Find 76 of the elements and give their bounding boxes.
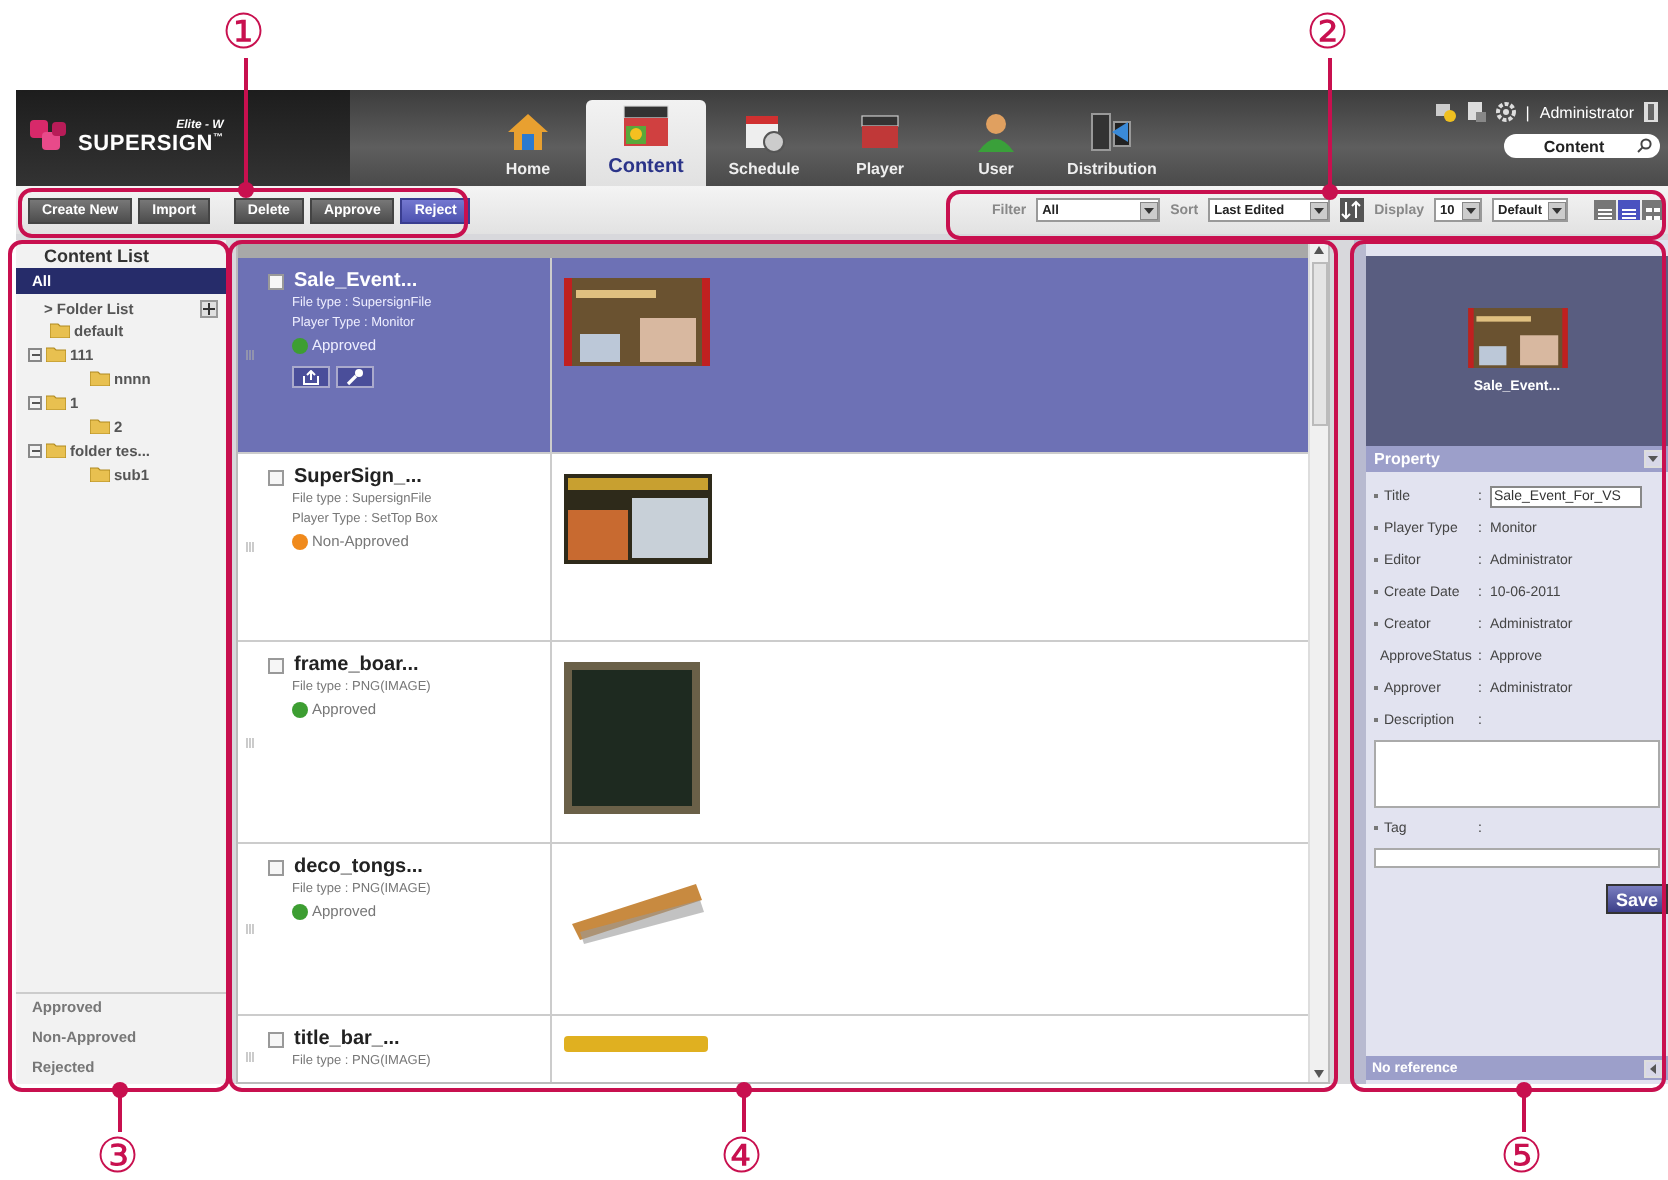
checkbox[interactable] [268,469,284,485]
collapse-button[interactable] [1644,1059,1662,1077]
leader-line [112,1082,128,1132]
panel-title: Content List [42,246,151,266]
folder-icon [46,394,66,410]
folder-icon [90,466,110,482]
folder-icon [46,442,66,458]
drag-handle-icon [246,737,254,747]
collapse-toggle[interactable] [28,443,42,457]
edit-button[interactable] [336,366,374,388]
settings-icon[interactable] [1495,102,1516,122]
scrollbar[interactable] [1308,242,1328,1082]
folder-icon [90,418,110,434]
view-mode-button[interactable] [1594,200,1616,220]
folder-icon [90,370,110,386]
add-folder-button[interactable] [200,300,218,318]
drag-handle-icon [246,924,254,934]
document-icon[interactable] [1465,102,1486,122]
preview-thumbnail [1467,308,1567,368]
divider-text: | [1525,103,1530,121]
content-name: deco_tongs... [292,856,423,878]
checkbox[interactable] [268,273,284,289]
house-icon [506,110,550,154]
drag-handle-icon [246,542,254,552]
film-clapper-icon [858,110,902,154]
share-box-icon [302,369,320,385]
collapse-toggle[interactable] [28,347,42,361]
server-arrow-icon [1088,110,1136,154]
calendar-clock-icon [742,110,786,154]
monitor-alert-icon[interactable] [1435,102,1456,122]
save-button[interactable]: Save [1605,884,1668,914]
wrench-icon [346,368,364,386]
nav-tab[interactable]: Schedule [706,100,822,186]
content-name: Sale_Event... [292,270,418,292]
leader-line [1516,1082,1532,1132]
nav-tab[interactable]: User [938,100,1054,186]
export-button[interactable] [292,366,330,388]
tag-input[interactable] [1374,848,1660,868]
content-name: title_bar_... [292,1028,400,1050]
view-mode-button[interactable] [1618,200,1640,220]
nav-tab[interactable]: Distribution [1054,100,1170,186]
dropdown-arrow-icon [1140,201,1159,219]
dropdown-arrow-icon [1462,201,1480,219]
dropdown-arrow-icon [1548,201,1566,219]
leader-line [736,1082,752,1132]
collapse-toggle[interactable] [28,395,42,409]
clapperboard-icon [620,102,672,150]
collapse-button[interactable] [1644,450,1662,468]
search-icon [1636,138,1652,154]
search-field[interactable]: Content [1504,134,1660,158]
person-icon [974,110,1018,154]
scroll-thumb[interactable] [1311,262,1327,426]
checkbox[interactable] [268,1031,284,1047]
caret-left-icon [1650,1063,1656,1073]
brand-name: SUPERSIGN [78,132,213,156]
scroll-up-icon[interactable] [1314,246,1324,254]
sort-order-icon[interactable] [1340,198,1365,222]
nav-tab[interactable]: Content [586,100,706,186]
content-name: frame_boar... [292,654,419,676]
caret-down-icon [1648,456,1658,462]
scroll-down-icon[interactable] [1314,1070,1324,1078]
dropdown-arrow-icon [1310,201,1329,219]
content-name: SuperSign_... [292,466,422,488]
nav-tab[interactable]: Player [822,100,938,186]
checkbox[interactable] [268,859,284,875]
leader-line [1322,58,1338,200]
drag-handle-icon [246,1051,254,1061]
nav-tab[interactable]: Home [470,100,586,186]
section-title: Property [1374,450,1440,468]
checkbox[interactable] [268,657,284,673]
user-name: Administrator [1539,103,1634,121]
leader-line [238,58,254,198]
title-banner-thumbnail [564,1036,708,1052]
door-exit-icon[interactable] [1644,102,1660,122]
drag-handle-icon [246,350,254,360]
view-mode-button[interactable] [1642,200,1664,220]
